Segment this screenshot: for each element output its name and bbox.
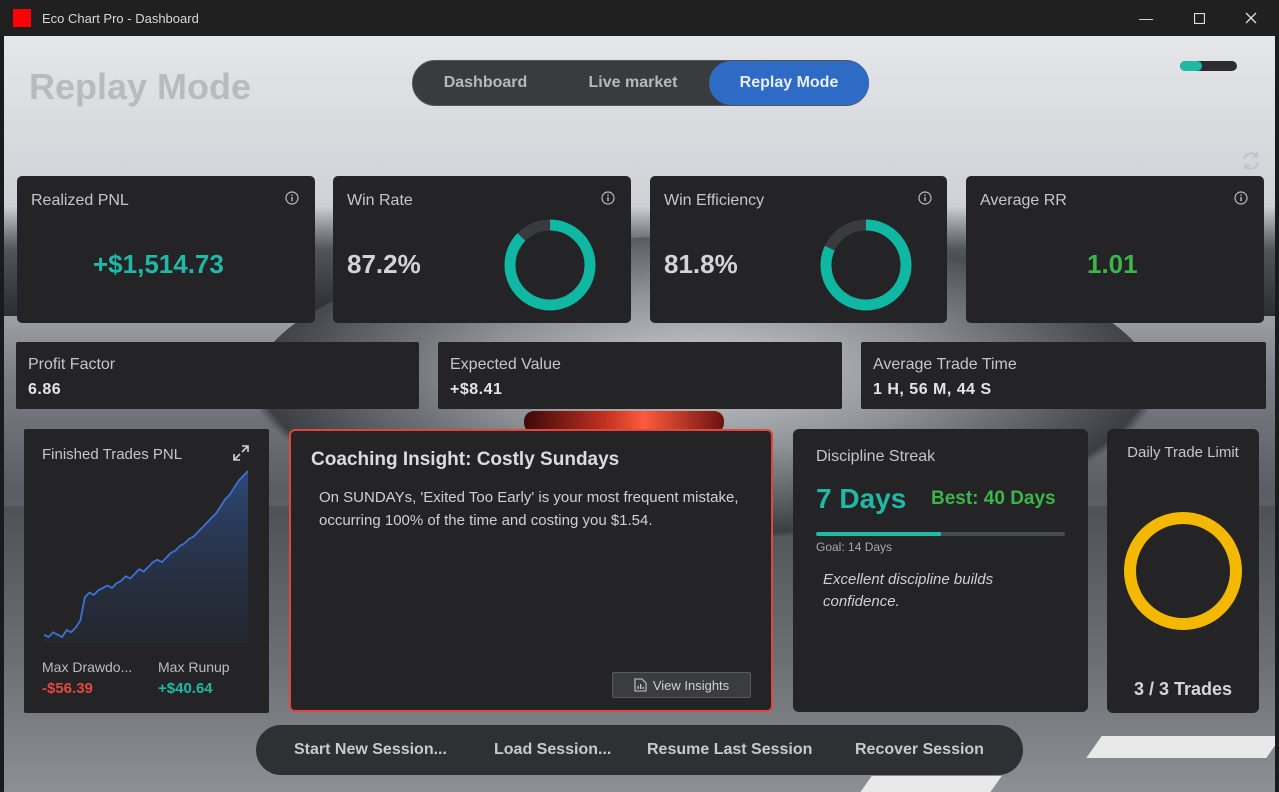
average-rr-label: Average RR bbox=[980, 192, 1067, 209]
coaching-insight-card: Coaching Insight: Costly Sundays On SUND… bbox=[289, 429, 773, 712]
average-trade-time-value: 1 H, 56 M, 44 S bbox=[873, 381, 992, 398]
page-title: Replay Mode bbox=[29, 66, 252, 107]
daily-limit-title: Daily Trade Limit bbox=[1127, 444, 1239, 461]
tab-live-market[interactable]: Live market bbox=[563, 61, 703, 105]
expected-value-label: Expected Value bbox=[450, 356, 561, 373]
win-rate-value: 87.2% bbox=[347, 249, 421, 279]
coaching-body: On SUNDAYs, 'Exited Too Early' is your m… bbox=[319, 489, 739, 529]
app-icon bbox=[13, 9, 31, 27]
realized-pnl-card: Realized PNL +$1,514.73 bbox=[17, 176, 315, 323]
road-stripe bbox=[856, 776, 1002, 792]
view-insights-button[interactable]: View Insights bbox=[612, 672, 751, 698]
view-insights-label: View Insights bbox=[652, 677, 730, 693]
win-efficiency-card: Win Efficiency 81.8% bbox=[650, 176, 947, 323]
window-titlebar: Eco Chart Pro - Dashboard — bbox=[0, 0, 1279, 36]
refresh-icon[interactable] bbox=[1240, 150, 1262, 172]
discipline-title: Discipline Streak bbox=[816, 448, 936, 465]
load-session-button[interactable]: Load Session... bbox=[494, 725, 611, 775]
expected-value-value: +$8.41 bbox=[450, 381, 503, 398]
streak-goal: Goal: 14 Days bbox=[816, 540, 893, 554]
best-streak: Best: 40 Days bbox=[931, 488, 1056, 509]
win-efficiency-ring bbox=[820, 219, 912, 311]
max-drawdown-label: Max Drawdo... bbox=[42, 659, 133, 675]
discipline-streak-card: Discipline Streak 7 Days Best: 40 Days G… bbox=[793, 429, 1088, 712]
info-icon[interactable] bbox=[285, 191, 299, 205]
max-drawdown-value: -$56.39 bbox=[42, 680, 93, 697]
close-icon[interactable] bbox=[1228, 0, 1274, 36]
average-trade-time-label: Average Trade Time bbox=[873, 356, 1017, 373]
win-efficiency-label: Win Efficiency bbox=[664, 192, 765, 209]
max-runup-value: +$40.64 bbox=[158, 680, 213, 697]
recover-session-button[interactable]: Recover Session bbox=[855, 725, 984, 775]
daily-trade-limit-card: Daily Trade Limit 3 / 3 Trades bbox=[1107, 429, 1259, 713]
realized-pnl-label: Realized PNL bbox=[31, 192, 129, 209]
win-rate-ring bbox=[504, 219, 596, 311]
pnl-area bbox=[44, 471, 248, 643]
window-title: Eco Chart Pro - Dashboard bbox=[42, 11, 199, 26]
streak-progress-bar bbox=[816, 532, 1065, 536]
daily-limit-value: 3 / 3 Trades bbox=[1133, 679, 1233, 699]
tab-dashboard[interactable]: Dashboard bbox=[413, 61, 558, 105]
road-stripe bbox=[1086, 736, 1275, 758]
theme-toggle[interactable] bbox=[1180, 61, 1237, 71]
expected-value-panel: Expected Value +$8.41 bbox=[438, 342, 842, 409]
max-runup-label: Max Runup bbox=[158, 659, 230, 675]
average-trade-time-panel: Average Trade Time 1 H, 56 M, 44 S bbox=[861, 342, 1266, 409]
profit-factor-panel: Profit Factor 6.86 bbox=[16, 342, 419, 409]
report-icon bbox=[634, 678, 647, 692]
info-icon[interactable] bbox=[601, 191, 615, 205]
mode-tabs: Dashboard Live market Replay Mode bbox=[412, 60, 869, 106]
session-bar: Start New Session... Load Session... Res… bbox=[256, 725, 1023, 775]
pnl-area-chart bbox=[44, 470, 248, 643]
minimize-icon[interactable]: — bbox=[1123, 0, 1169, 36]
win-rate-label: Win Rate bbox=[347, 192, 413, 209]
expand-icon[interactable] bbox=[232, 444, 250, 462]
daily-limit-ring bbox=[1124, 512, 1242, 630]
realized-pnl-value: +$1,514.73 bbox=[93, 249, 224, 279]
streak-progress-fill bbox=[816, 532, 941, 536]
profit-factor-label: Profit Factor bbox=[28, 356, 116, 373]
win-efficiency-value: 81.8% bbox=[664, 249, 738, 279]
pnl-chart-title: Finished Trades PNL bbox=[42, 446, 183, 463]
info-icon[interactable] bbox=[918, 191, 932, 205]
average-rr-value: 1.01 bbox=[1087, 249, 1138, 279]
resume-last-session-button[interactable]: Resume Last Session bbox=[647, 725, 812, 775]
coaching-title: Coaching Insight: Costly Sundays bbox=[311, 449, 620, 470]
streak-value: 7 Days bbox=[816, 483, 907, 514]
finished-trades-pnl-card: Finished Trades PNL Max Drawdo... -$56.3… bbox=[24, 429, 269, 713]
info-icon[interactable] bbox=[1234, 191, 1248, 205]
win-rate-card: Win Rate 87.2% bbox=[333, 176, 631, 323]
maximize-icon[interactable] bbox=[1176, 0, 1222, 36]
start-new-session-button[interactable]: Start New Session... bbox=[294, 725, 447, 775]
profit-factor-value: 6.86 bbox=[28, 381, 62, 398]
average-rr-card: Average RR 1.01 bbox=[966, 176, 1264, 323]
tab-replay-mode[interactable]: Replay Mode bbox=[709, 61, 869, 105]
discipline-message: Excellent discipline builds confidence. bbox=[823, 571, 994, 610]
